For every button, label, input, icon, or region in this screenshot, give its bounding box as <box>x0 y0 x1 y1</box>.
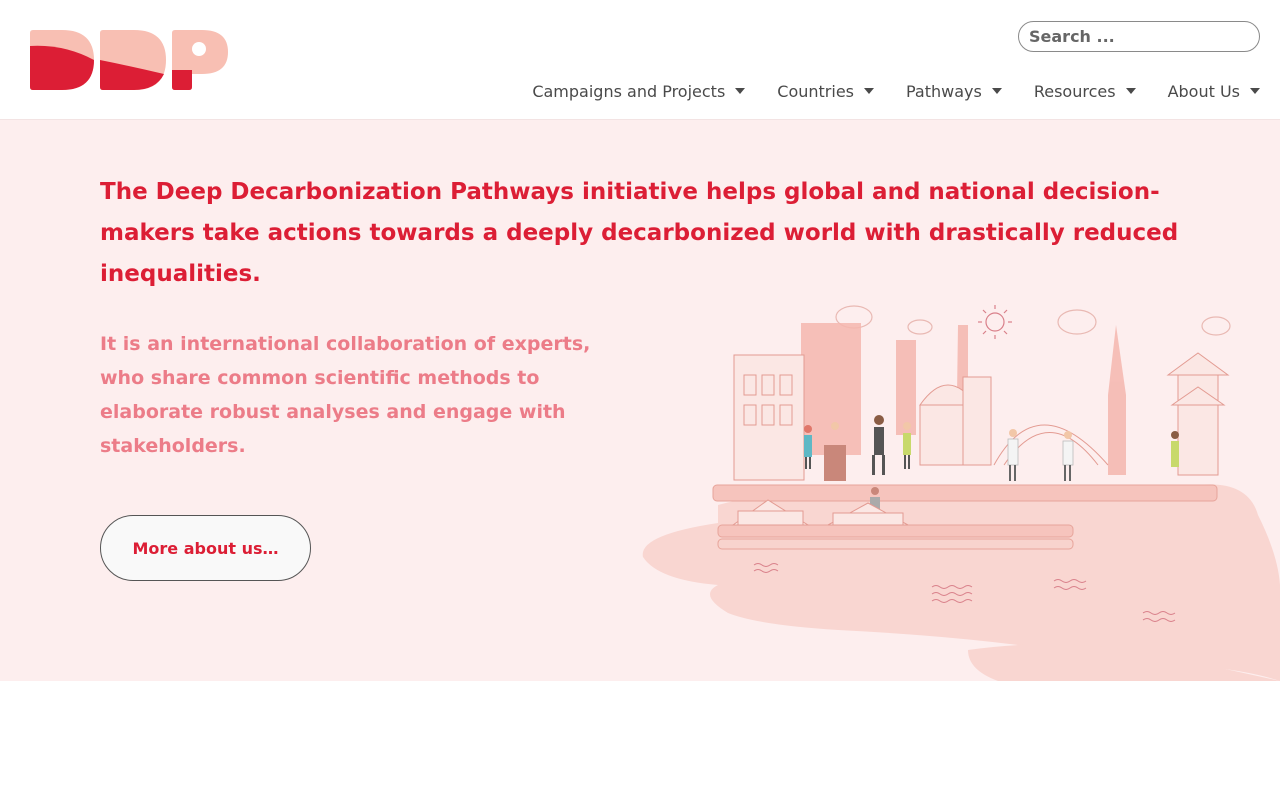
nav-item-countries[interactable]: Countries <box>777 82 874 101</box>
caret-down-icon <box>1250 88 1260 94</box>
nav-item-campaigns-and-projects[interactable]: Campaigns and Projects <box>532 81 746 101</box>
nav-item-pathways[interactable]: Pathways <box>906 82 1002 101</box>
hero-section: The Deep Decarbonization Pathways initia… <box>0 120 1280 681</box>
nav-item-label: About Us <box>1167 81 1240 101</box>
nav-item-label: Resources <box>1033 81 1116 101</box>
nav-item-about-us[interactable]: About Us <box>1168 82 1260 101</box>
caret-down-icon <box>991 88 1002 94</box>
search-input[interactable] <box>1018 21 1260 52</box>
world-cities-illustration <box>642 305 1280 681</box>
main-nav: Campaigns and Projects Countries Pathway… <box>532 78 1260 104</box>
caret-down-icon <box>735 88 746 94</box>
nav-item-resources[interactable]: Resources <box>1034 82 1136 101</box>
nav-item-label: Pathways <box>906 81 982 101</box>
hero-headline: The Deep Decarbonization Pathways initia… <box>100 179 1179 287</box>
hero-intro: It is an international collaboration of … <box>100 333 591 457</box>
ddp-logo[interactable] <box>30 30 230 90</box>
nav-item-label: Countries <box>777 81 854 101</box>
caret-down-icon <box>864 88 874 94</box>
site-header: Campaigns and Projects Countries Pathway… <box>0 0 1280 120</box>
nav-item-label: Campaigns and Projects <box>532 81 726 101</box>
caret-down-icon <box>1125 88 1136 94</box>
more-about-us-button[interactable]: More about us… <box>100 515 311 581</box>
